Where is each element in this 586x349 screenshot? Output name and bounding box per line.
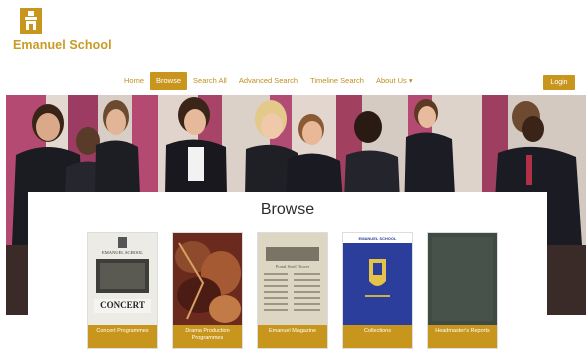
nav-search-all[interactable]: Search All	[187, 72, 233, 90]
nav-about-us[interactable]: About Us ▾	[370, 72, 419, 90]
card-thumb-header: Portal Steel Tower	[275, 264, 310, 269]
nav-timeline-search[interactable]: Timeline Search	[304, 72, 370, 90]
card-collections[interactable]: EMANUEL SCHOOL Collections	[342, 232, 413, 349]
card-emanuel-magazine[interactable]: Portal Steel Tower Emanuel Magazine	[257, 232, 328, 349]
card-label[interactable]: Headmaster's Reports	[428, 325, 497, 348]
nav-browse[interactable]: Browse	[150, 72, 188, 90]
collection-cards: EMANUEL SCHOOL CONCERT Concert Programme…	[87, 232, 498, 349]
card-thumb-header: EMANUEL SCHOOL	[102, 250, 143, 255]
nav-home[interactable]: Home	[118, 72, 150, 90]
card-label[interactable]: Concert Programmes	[88, 325, 157, 348]
browse-panel: Browse EMANUEL SCHOOL CONCERT Concert Pr…	[28, 192, 547, 349]
nav-advanced-search[interactable]: Advanced Search	[233, 72, 304, 90]
card-thumbnail	[428, 233, 497, 325]
page-title: Browse	[260, 201, 315, 218]
card-drama-production-programmes[interactable]: Drama Production Programmes	[172, 232, 243, 349]
school-name: Emanuel School	[13, 38, 112, 52]
school-logo[interactable]: Emanuel School	[13, 8, 123, 56]
site-header: Emanuel School Home Browse Search All Ad…	[0, 0, 586, 95]
card-thumbnail	[173, 233, 242, 325]
card-thumb-header: EMANUEL SCHOOL	[358, 236, 397, 241]
crest-icon	[20, 8, 42, 34]
card-thumbnail: Portal Steel Tower	[258, 233, 327, 325]
login-button[interactable]: Login	[543, 75, 575, 90]
card-concert-programmes[interactable]: EMANUEL SCHOOL CONCERT Concert Programme…	[87, 232, 158, 349]
card-label[interactable]: Emanuel Magazine	[258, 325, 327, 348]
card-label[interactable]: Collections	[343, 325, 412, 348]
card-label[interactable]: Drama Production Programmes	[173, 325, 242, 348]
card-thumb-word: CONCERT	[100, 300, 145, 310]
card-thumbnail: EMANUEL SCHOOL CONCERT	[88, 233, 157, 325]
card-thumbnail: EMANUEL SCHOOL	[343, 233, 412, 325]
card-headmasters-reports[interactable]: Headmaster's Reports	[427, 232, 498, 349]
main-nav: Home Browse Search All Advanced Search T…	[118, 72, 419, 90]
